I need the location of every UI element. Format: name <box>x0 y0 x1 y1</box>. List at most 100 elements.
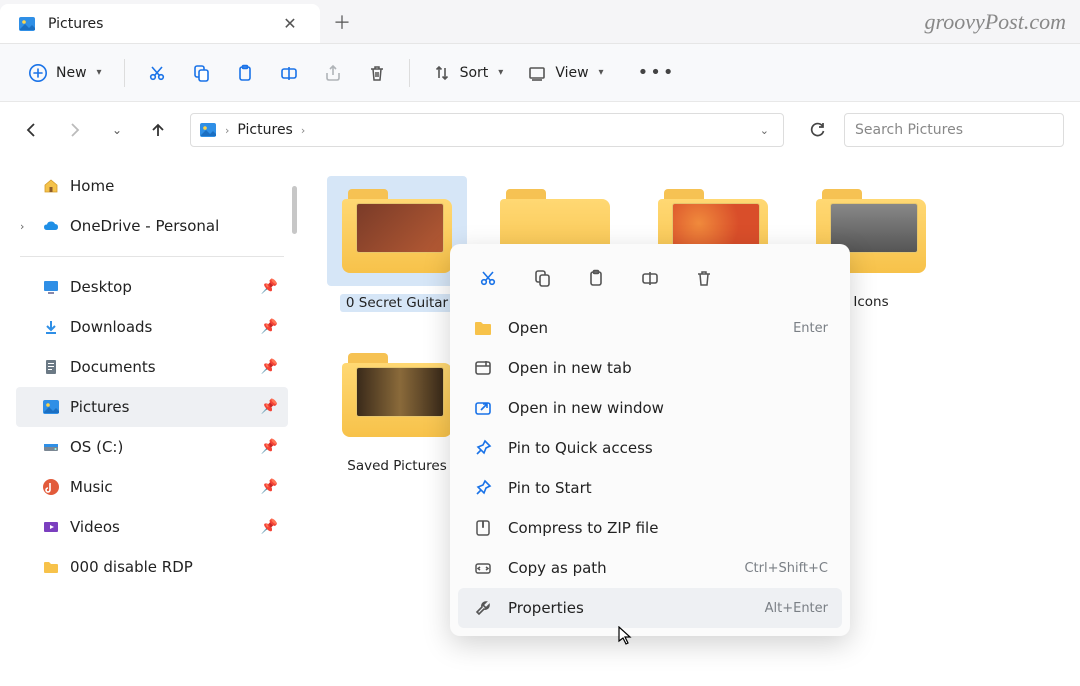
ctx-delete-button[interactable] <box>680 258 728 298</box>
view-button[interactable]: View ▾ <box>517 55 613 91</box>
tab-close-button[interactable]: ✕ <box>278 14 302 33</box>
ctx-open-new-window[interactable]: Open in new window <box>458 388 842 428</box>
recent-button[interactable]: ⌄ <box>100 114 132 146</box>
cursor-icon <box>618 626 634 646</box>
ctx-label: Open in new window <box>508 399 664 417</box>
chevron-down-icon: ▾ <box>498 67 503 78</box>
ctx-label: Properties <box>508 599 584 617</box>
ctx-label: Open in new tab <box>508 359 632 377</box>
sidebar-item-label: OS (C:) <box>70 438 123 456</box>
trash-icon <box>367 63 387 83</box>
share-button[interactable] <box>313 55 353 91</box>
download-icon <box>42 318 60 336</box>
search-input[interactable]: Search Pictures <box>844 113 1064 147</box>
address-bar[interactable]: › Pictures › ⌄ <box>190 113 784 147</box>
sidebar-item-onedrive[interactable]: › OneDrive - Personal <box>16 206 288 246</box>
folder-icon <box>42 558 60 576</box>
item-label: Icons <box>853 294 888 310</box>
sidebar-item-pictures[interactable]: Pictures 📌 <box>16 387 288 427</box>
sidebar-item-desktop[interactable]: Desktop 📌 <box>16 267 288 307</box>
ctx-open[interactable]: Open Enter <box>458 308 842 348</box>
folder-item[interactable]: Saved Pictures <box>327 340 467 474</box>
desktop-icon <box>42 278 60 296</box>
navigation-row: ⌄ › Pictures › ⌄ Search Pictures <box>0 102 1080 158</box>
chevron-down-icon: ▾ <box>97 67 102 78</box>
ctx-rename-button[interactable] <box>626 258 674 298</box>
paste-button[interactable] <box>225 55 265 91</box>
forward-button[interactable] <box>58 114 90 146</box>
pin-icon[interactable]: 📌 <box>261 479 278 495</box>
sidebar-item-folder[interactable]: 000 disable RDP <box>16 547 288 587</box>
chevron-down-icon: ▾ <box>599 67 604 78</box>
ctx-label: Compress to ZIP file <box>508 519 658 537</box>
pin-icon[interactable]: 📌 <box>261 519 278 535</box>
window-tab[interactable]: Pictures ✕ <box>0 4 320 43</box>
ctx-compress-zip[interactable]: Compress to ZIP file <box>458 508 842 548</box>
sidebar-item-home[interactable]: Home <box>16 166 288 206</box>
drive-icon <box>42 438 60 456</box>
ctx-pin-start[interactable]: Pin to Start <box>458 468 842 508</box>
pin-icon[interactable]: 📌 <box>261 279 278 295</box>
delete-button[interactable] <box>357 55 397 91</box>
up-button[interactable] <box>142 114 174 146</box>
toolbar: New ▾ Sort ▾ View ▾ ••• <box>0 44 1080 102</box>
back-button[interactable] <box>16 114 48 146</box>
chevron-right-icon[interactable]: › <box>20 220 24 233</box>
pin-icon[interactable]: 📌 <box>261 399 278 415</box>
sidebar-item-label: Pictures <box>70 398 129 416</box>
ctx-copy-path[interactable]: Copy as path Ctrl+Shift+C <box>458 548 842 588</box>
ctx-open-new-tab[interactable]: Open in new tab <box>458 348 842 388</box>
watermark: groovyPost.com <box>910 0 1080 43</box>
ellipsis-icon: ••• <box>638 62 676 83</box>
pin-icon[interactable]: 📌 <box>261 439 278 455</box>
rename-button[interactable] <box>269 55 309 91</box>
sidebar-item-os-c[interactable]: OS (C:) 📌 <box>16 427 288 467</box>
breadcrumb-segment[interactable]: Pictures <box>237 122 292 138</box>
sidebar-item-label: Home <box>70 177 114 195</box>
folder-item[interactable]: 0 Secret Guitar <box>327 176 467 312</box>
ctx-label: Open <box>508 319 548 337</box>
item-label: Saved Pictures <box>347 458 446 474</box>
pin-icon[interactable]: 📌 <box>261 319 278 335</box>
ctx-label: Pin to Quick access <box>508 439 653 457</box>
search-placeholder: Search Pictures <box>855 122 963 138</box>
chevron-right-icon[interactable]: › <box>301 124 305 137</box>
ctx-label: Pin to Start <box>508 479 592 497</box>
sidebar-item-music[interactable]: Music 📌 <box>16 467 288 507</box>
sort-button[interactable]: Sort ▾ <box>422 55 514 91</box>
new-tab-icon <box>472 357 494 379</box>
video-icon <box>42 518 60 536</box>
ctx-cut-button[interactable] <box>464 258 512 298</box>
cut-button[interactable] <box>137 55 177 91</box>
sidebar-item-downloads[interactable]: Downloads 📌 <box>16 307 288 347</box>
sidebar-item-label: OneDrive - Personal <box>70 217 219 235</box>
new-button[interactable]: New ▾ <box>18 55 112 91</box>
address-drop[interactable]: ⌄ <box>754 124 775 137</box>
ctx-properties[interactable]: Properties Alt+Enter <box>458 588 842 628</box>
context-toolbar <box>458 252 842 308</box>
pictures-icon <box>42 398 60 416</box>
sidebar-item-documents[interactable]: Documents 📌 <box>16 347 288 387</box>
ctx-copy-button[interactable] <box>518 258 566 298</box>
ctx-paste-button[interactable] <box>572 258 620 298</box>
chevron-right-icon[interactable]: › <box>225 124 229 137</box>
ctx-hint: Enter <box>793 321 828 336</box>
sidebar-item-videos[interactable]: Videos 📌 <box>16 507 288 547</box>
refresh-button[interactable] <box>800 113 834 147</box>
view-icon <box>527 63 547 83</box>
wrench-icon <box>472 597 494 619</box>
separator <box>409 59 410 87</box>
pin-icon[interactable]: 📌 <box>261 359 278 375</box>
sidebar-item-label: Desktop <box>70 278 132 296</box>
zip-icon <box>472 517 494 539</box>
separator <box>124 59 125 87</box>
cloud-icon <box>42 217 60 235</box>
sort-label: Sort <box>460 65 489 81</box>
more-button[interactable]: ••• <box>628 55 686 91</box>
scissors-icon <box>147 63 167 83</box>
ctx-pin-quick-access[interactable]: Pin to Quick access <box>458 428 842 468</box>
chevron-down-icon: ⌄ <box>112 123 122 137</box>
pin-icon <box>472 437 494 459</box>
copy-button[interactable] <box>181 55 221 91</box>
new-tab-button[interactable]: ＋ <box>320 0 364 43</box>
